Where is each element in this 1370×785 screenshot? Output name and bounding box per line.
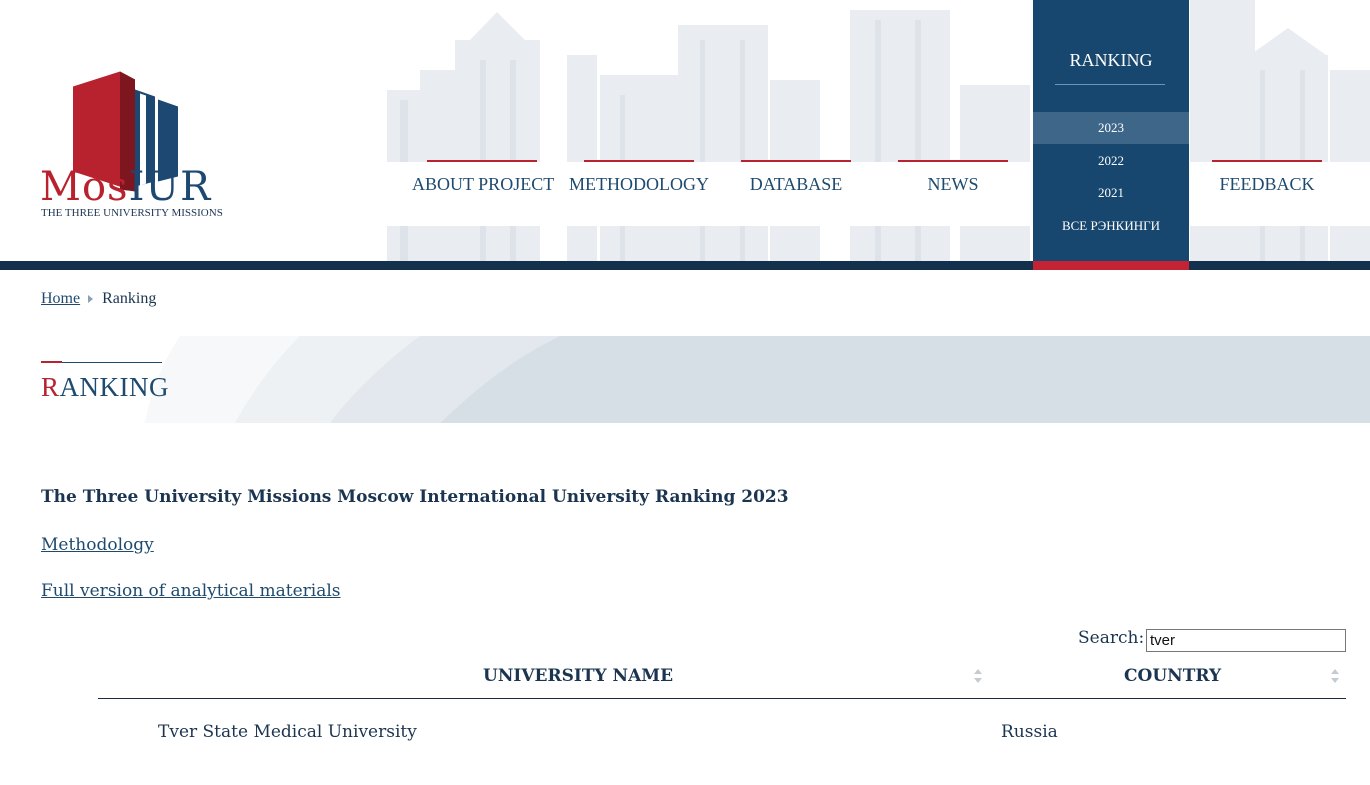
cell-country: Russia [1001, 722, 1058, 742]
full-analytics-link[interactable]: Full version of analytical materials [41, 581, 341, 601]
ranking-submenu-all[interactable]: ВСЕ РЭНКИНГИ [1033, 210, 1189, 242]
page-title-band: RANKING [0, 336, 1370, 423]
page-title-first-letter: R [41, 372, 60, 402]
nav-about-project[interactable]: ABOUT PROJECT [412, 160, 555, 210]
ranking-active-bar [1033, 261, 1189, 270]
nav-redline [427, 160, 537, 162]
logo-mos: Mos [40, 164, 129, 210]
nav-label: METHODOLOGY [569, 174, 709, 194]
nav-redline [1212, 160, 1322, 162]
sort-icon[interactable] [973, 668, 983, 684]
table-header: UNIVERSITY NAME COUNTRY [98, 656, 1346, 699]
breadcrumb-arrow-icon [88, 295, 94, 304]
nav-feedback[interactable]: FEEDBACK [1197, 160, 1337, 210]
nav-label: DATABASE [749, 174, 843, 194]
breadcrumb-home[interactable]: Home [41, 290, 80, 307]
breadcrumb: Home Ranking [41, 290, 156, 308]
title-band-decoration [0, 336, 1370, 423]
nav-redline [741, 160, 851, 162]
breadcrumb-current: Ranking [102, 290, 157, 307]
nav-ranking-dropdown[interactable]: RANKING 2023 2022 2021 ВСЕ РЭНКИНГИ [1033, 0, 1189, 270]
nav-news[interactable]: NEWS [883, 160, 1023, 210]
search-input[interactable] [1146, 629, 1346, 652]
nav-ranking[interactable]: RANKING [1033, 50, 1189, 71]
ranking-submenu-2023[interactable]: 2023 [1033, 112, 1189, 144]
nav-label: ABOUT PROJECT [412, 174, 555, 194]
methodology-link[interactable]: Methodology [41, 535, 154, 555]
logo-wordmark[interactable]: MosIUR [40, 165, 211, 209]
title-red-accent [41, 361, 62, 363]
cell-university-name: Tver State Medical University [158, 722, 417, 742]
ranking-heading: The Three University Missions Moscow Int… [41, 487, 789, 507]
nav-redline [898, 160, 1008, 162]
column-country[interactable]: COUNTRY [1124, 666, 1221, 686]
nav-database[interactable]: DATABASE [726, 160, 866, 210]
ranking-underline [1055, 84, 1165, 85]
page-title-rest: ANKING [59, 372, 169, 402]
sort-icon[interactable] [1330, 668, 1340, 684]
nav-label: FEEDBACK [1219, 174, 1315, 194]
column-university-name[interactable]: UNIVERSITY NAME [483, 666, 673, 686]
page-title: RANKING [41, 372, 169, 403]
nav-label: NEWS [927, 174, 979, 194]
logo-iur: IUR [128, 164, 212, 210]
nav-methodology[interactable]: METHODOLOGY [569, 160, 709, 210]
ranking-submenu-2022[interactable]: 2022 [1033, 145, 1189, 177]
logo-subtitle: THE THREE UNIVERSITY MISSIONS [41, 207, 223, 219]
ranking-submenu-2021[interactable]: 2021 [1033, 177, 1189, 209]
search-label: Search: [1078, 628, 1145, 648]
nav-redline [584, 160, 694, 162]
